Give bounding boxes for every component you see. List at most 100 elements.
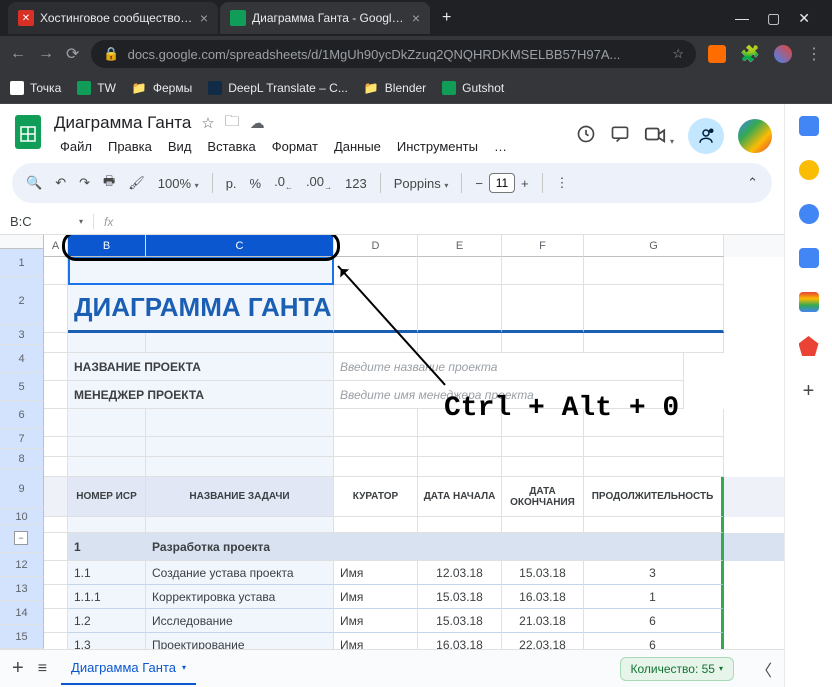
row-header[interactable]: 10	[0, 509, 44, 525]
menu-view[interactable]: Вид	[162, 136, 198, 157]
bookmark-item[interactable]: Gutshot	[442, 81, 504, 95]
kebab-menu-icon[interactable]: ⋮	[806, 44, 822, 64]
redo-icon[interactable]: ↷	[79, 175, 90, 191]
cloud-icon[interactable]: ☁	[250, 114, 265, 132]
row-header[interactable]: 2	[0, 277, 44, 325]
decrease-decimal-button[interactable]: .0←	[274, 174, 293, 192]
bookmark-item[interactable]: DeepL Translate – C...	[208, 81, 348, 95]
row-header[interactable]: 3	[0, 325, 44, 345]
col-header-selected[interactable]: C	[146, 235, 334, 257]
browser-tab-active[interactable]: Диаграмма Ганта - Google Таб ×	[220, 2, 430, 34]
add-addon-button[interactable]: +	[803, 380, 815, 403]
more-toolbar-icon[interactable]: ⋮	[556, 175, 569, 191]
close-window-icon[interactable]: ✕	[798, 10, 810, 27]
bookmark-item[interactable]: TW	[77, 81, 116, 95]
bookmark-item[interactable]: 📁Blender	[364, 81, 426, 95]
row-header[interactable]: 8	[0, 449, 44, 469]
menu-format[interactable]: Формат	[266, 136, 324, 157]
calendar-icon[interactable]	[799, 116, 819, 136]
spreadsheet-grid[interactable]: ДИАГРАММА ГАНТА: ШАБЛОН НАЗВАНИЕ ПРОЕКТА…	[44, 257, 784, 649]
menu-more[interactable]: …	[488, 136, 513, 157]
percent-button[interactable]: %	[250, 176, 262, 191]
name-box[interactable]: B:C▾	[0, 214, 94, 229]
maps-icon[interactable]	[799, 292, 819, 312]
row-header[interactable]: 1	[0, 249, 44, 277]
currency-button[interactable]: р.	[226, 176, 237, 191]
site-info-icon[interactable]: 🔒	[103, 46, 119, 62]
number-format-button[interactable]: 123	[345, 176, 367, 191]
menu-insert[interactable]: Вставка	[201, 136, 261, 157]
col-header[interactable]: D	[334, 235, 418, 257]
keep-icon[interactable]	[799, 160, 819, 180]
addon-icon[interactable]	[799, 336, 819, 356]
zoom-select[interactable]: 100% ▾	[158, 176, 199, 191]
sheets-logo[interactable]	[12, 112, 44, 152]
row-header[interactable]: 14	[0, 601, 44, 625]
font-select[interactable]: Poppins ▾	[394, 176, 449, 191]
maximize-icon[interactable]: ▢	[767, 10, 780, 27]
minimize-icon[interactable]: —	[735, 10, 749, 27]
extension-icon[interactable]	[708, 45, 726, 63]
share-button[interactable]	[688, 118, 724, 154]
row-header[interactable]: 15	[0, 625, 44, 649]
bookmark-item[interactable]: 📁Фермы	[132, 81, 192, 95]
contacts-icon[interactable]	[799, 248, 819, 268]
col-header[interactable]: G	[584, 235, 724, 257]
avatar[interactable]	[738, 119, 772, 153]
tasks-icon[interactable]	[799, 204, 819, 224]
new-tab-button[interactable]: +	[432, 9, 461, 27]
row-header[interactable]: 7	[0, 429, 44, 449]
close-icon[interactable]: ×	[412, 10, 420, 26]
annotation-shortcut: Ctrl + Alt + 0	[444, 393, 679, 424]
font-size-input[interactable]	[489, 173, 515, 193]
col-header[interactable]: E	[418, 235, 502, 257]
profile-icon[interactable]	[774, 45, 792, 63]
all-sheets-button[interactable]: ≡	[38, 660, 47, 678]
menu-edit[interactable]: Правка	[102, 136, 158, 157]
move-icon[interactable]: 🗀	[225, 111, 240, 136]
browser-tab[interactable]: ✕ Хостинговое сообщество «Tim ×	[8, 2, 218, 34]
col-header[interactable]: A	[44, 235, 68, 257]
history-icon[interactable]	[576, 124, 596, 149]
row-header[interactable]: 13	[0, 577, 44, 601]
reload-icon[interactable]: ⟳	[66, 44, 79, 64]
extensions-menu-icon[interactable]: 🧩	[740, 44, 760, 64]
close-icon[interactable]: ×	[200, 10, 208, 26]
row-header[interactable]: 12	[0, 553, 44, 577]
col-header-selected[interactable]: B	[68, 235, 146, 257]
group-collapse-button[interactable]: −	[14, 531, 28, 545]
explore-button[interactable]: 〈	[756, 657, 772, 681]
forward-icon[interactable]: →	[38, 45, 54, 63]
bookmark-item[interactable]: Точка	[10, 81, 61, 95]
col-header[interactable]: F	[502, 235, 584, 257]
row-header[interactable]: 4	[0, 345, 44, 373]
menu-file[interactable]: Файл	[54, 136, 98, 157]
doc-title[interactable]: Диаграмма Ганта	[54, 113, 191, 133]
paint-format-icon[interactable]: 🖌	[128, 175, 145, 191]
comment-icon[interactable]	[610, 124, 630, 149]
menu-tools[interactable]: Инструменты	[391, 136, 484, 157]
select-all-corner[interactable]	[0, 235, 44, 249]
decrease-font-button[interactable]: −	[475, 176, 483, 191]
search-icon[interactable]: 🔍	[26, 175, 42, 191]
increase-font-button[interactable]: +	[521, 176, 529, 191]
row-header[interactable]: 5	[0, 373, 44, 401]
status-count[interactable]: Количество: 55▾	[620, 657, 734, 681]
star-icon[interactable]: ☆	[672, 46, 684, 62]
meet-icon[interactable]: ▾	[644, 124, 674, 149]
sheet-tab-active[interactable]: Диаграмма Ганта▾	[61, 652, 196, 685]
back-icon[interactable]: ←	[10, 45, 26, 63]
star-icon[interactable]: ☆	[201, 114, 214, 132]
row-header[interactable]: 9	[0, 469, 44, 509]
url-input[interactable]: 🔒 docs.google.com/spreadsheets/d/1MgUh90…	[91, 40, 696, 68]
collapse-toolbar-icon[interactable]: ⌃	[747, 175, 758, 191]
undo-icon[interactable]: ↶	[55, 175, 66, 191]
row-header[interactable]: 6	[0, 401, 44, 429]
add-sheet-button[interactable]: +	[12, 657, 24, 680]
phase-name: Разработка проекта	[146, 533, 334, 561]
task-cell: 6	[584, 609, 724, 633]
increase-decimal-button[interactable]: .00→	[306, 174, 332, 192]
sheets-icon	[77, 81, 91, 95]
print-icon[interactable]: 🖶	[103, 172, 115, 194]
menu-data[interactable]: Данные	[328, 136, 387, 157]
